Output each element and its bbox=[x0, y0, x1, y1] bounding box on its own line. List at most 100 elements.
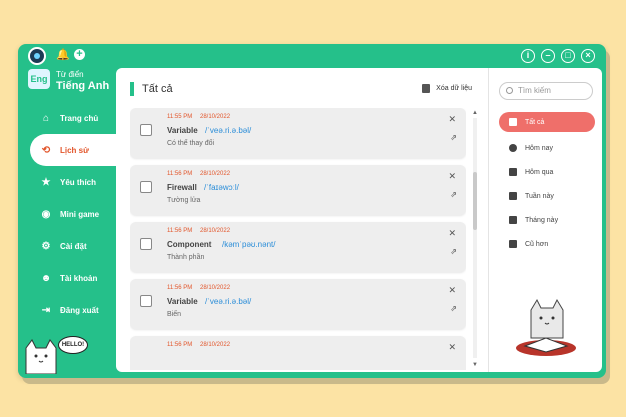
filter-today[interactable]: Hôm nay bbox=[499, 136, 595, 160]
title-bar: 🔔 + i – □ × bbox=[18, 44, 606, 66]
cat-mascot-image bbox=[25, 339, 57, 374]
time-filter-list: Tất cả Hôm nay Hôm qua Tuần này Tháng nà… bbox=[499, 112, 595, 256]
select-checkbox[interactable] bbox=[140, 295, 152, 307]
share-icon[interactable]: ⇗ bbox=[450, 304, 457, 313]
entry-date: 28/10/2022 bbox=[200, 114, 231, 120]
search-placeholder: Tìm kiếm bbox=[518, 86, 551, 95]
entry-word: Variable bbox=[167, 126, 198, 135]
scroll-down-icon[interactable]: ▼ bbox=[472, 362, 478, 368]
gear-icon: ⚙ bbox=[41, 240, 51, 252]
entry-ipa: /ˈveə.ri.ə.bəl/ bbox=[205, 297, 252, 306]
maximize-icon[interactable]: □ bbox=[561, 49, 575, 63]
sidebar-item-label: Lịch sử bbox=[60, 145, 89, 155]
sidebar-item-settings[interactable]: ⚙ Cài đặt bbox=[18, 230, 116, 262]
search-icon bbox=[506, 87, 513, 94]
filter-label: Tuần này bbox=[525, 192, 554, 200]
calendar-grid-icon bbox=[509, 216, 517, 224]
app-window: 🔔 + i – □ × Eng Từ điển Tiếng Anh ⌂ Tran… bbox=[18, 44, 606, 378]
select-checkbox[interactable] bbox=[140, 181, 152, 193]
filter-label: Tháng này bbox=[525, 216, 559, 224]
sidebar-item-minigame[interactable]: ◉ Mini game bbox=[18, 198, 116, 230]
scroll-thumb[interactable] bbox=[473, 172, 477, 230]
page-title: Tất cả bbox=[142, 83, 173, 95]
sidebar-item-label: Mini game bbox=[60, 209, 100, 219]
filter-all[interactable]: Tất cả bbox=[499, 112, 595, 132]
close-icon[interactable]: ✕ bbox=[448, 342, 456, 353]
info-icon[interactable]: i bbox=[521, 49, 535, 63]
close-icon[interactable]: ✕ bbox=[448, 171, 456, 182]
gamepad-icon: ◉ bbox=[41, 208, 51, 220]
close-icon[interactable]: ✕ bbox=[448, 285, 456, 296]
entry-meaning: Tường lửa bbox=[167, 197, 201, 204]
sidebar-item-account[interactable]: ☻ Tài khoản bbox=[18, 262, 116, 294]
star-icon: ★ bbox=[41, 176, 51, 188]
list-item[interactable]: 11:56 PM 28/10/2022 Variable /ˈveə.ri.ə.… bbox=[130, 279, 466, 329]
sidebar: Eng Từ điển Tiếng Anh ⌂ Trang chủ ⟲ Lịch… bbox=[18, 66, 116, 378]
archive-icon bbox=[509, 240, 517, 248]
entry-time: 11:56 PM bbox=[167, 228, 193, 234]
filter-this-week[interactable]: Tuần này bbox=[499, 184, 595, 208]
clock-icon bbox=[509, 144, 517, 152]
entry-meaning: Thành phần bbox=[167, 254, 205, 261]
history-panel: Tất cả Xóa dữ liệu 11:55 PM 28/10/2022 V… bbox=[116, 68, 500, 372]
add-icon[interactable]: + bbox=[74, 49, 85, 60]
list-icon bbox=[509, 118, 517, 126]
minimize-icon[interactable]: – bbox=[541, 49, 555, 63]
sidebar-item-label: Yêu thích bbox=[60, 177, 97, 187]
bell-icon[interactable]: 🔔 bbox=[56, 49, 70, 61]
sidebar-item-label: Trang chủ bbox=[60, 113, 99, 123]
trash-icon bbox=[422, 84, 431, 93]
entry-time: 11:55 PM bbox=[167, 114, 193, 120]
share-icon[interactable]: ⇗ bbox=[450, 190, 457, 199]
list-item[interactable]: 11:56 PM 28/10/2022 ✕ bbox=[130, 336, 466, 370]
history-list: 11:55 PM 28/10/2022 Variable /ˈveə.ri.ə.… bbox=[130, 108, 466, 370]
filter-label: Cũ hơn bbox=[525, 240, 549, 248]
search-input[interactable]: Tìm kiếm bbox=[499, 82, 593, 100]
clear-data-button[interactable]: Xóa dữ liệu bbox=[422, 84, 472, 93]
sidebar-item-history[interactable]: ⟲ Lịch sử bbox=[30, 134, 116, 166]
history-icon: ⟲ bbox=[41, 144, 51, 156]
app-title: Tiếng Anh bbox=[56, 80, 110, 92]
entry-time: 11:56 PM bbox=[167, 285, 193, 291]
entry-date: 28/10/2022 bbox=[200, 285, 231, 291]
entry-date: 28/10/2022 bbox=[200, 342, 231, 348]
entry-time: 11:56 PM bbox=[167, 171, 193, 177]
app-subtitle: Từ điển bbox=[56, 70, 84, 79]
close-icon[interactable]: × bbox=[581, 49, 595, 63]
share-icon[interactable]: ⇗ bbox=[450, 247, 457, 256]
scroll-track bbox=[473, 118, 477, 358]
sidebar-item-label: Đăng xuất bbox=[60, 305, 99, 315]
scroll-up-icon[interactable]: ▲ bbox=[472, 110, 478, 116]
select-checkbox[interactable] bbox=[140, 124, 152, 136]
list-item[interactable]: 11:56 PM 28/10/2022 Component /kəmˈpəʊ.n… bbox=[130, 222, 466, 272]
checkbox-icon bbox=[509, 168, 517, 176]
sidebar-item-label: Tài khoản bbox=[60, 273, 98, 283]
entry-meaning: Có thể thay đổi bbox=[167, 140, 215, 147]
sidebar-item-home[interactable]: ⌂ Trang chủ bbox=[18, 102, 116, 134]
hello-speech-bubble: HELLO! bbox=[58, 336, 88, 354]
close-icon[interactable]: ✕ bbox=[448, 228, 456, 239]
avatar[interactable] bbox=[28, 47, 46, 65]
user-icon: ☻ bbox=[40, 272, 52, 284]
clear-data-label: Xóa dữ liệu bbox=[436, 85, 472, 92]
filter-label: Tất cả bbox=[525, 118, 545, 126]
sidebar-item-logout[interactable]: ⇥ Đăng xuất bbox=[18, 294, 116, 326]
filter-older[interactable]: Cũ hơn bbox=[499, 232, 595, 256]
filter-yesterday[interactable]: Hôm qua bbox=[499, 160, 595, 184]
panel-header: Tất cả bbox=[130, 82, 173, 96]
entry-date: 28/10/2022 bbox=[200, 228, 231, 234]
entry-word: Variable bbox=[167, 297, 198, 306]
share-icon[interactable]: ⇗ bbox=[450, 133, 457, 142]
entry-ipa: /ˈfaɪəwɔːl/ bbox=[204, 183, 239, 192]
select-checkbox[interactable] bbox=[140, 238, 152, 250]
filter-panel: Tìm kiếm Tất cả Hôm nay Hôm qua Tuần này… bbox=[488, 68, 602, 372]
filter-this-month[interactable]: Tháng này bbox=[499, 208, 595, 232]
calendar-icon bbox=[509, 192, 517, 200]
scrollbar[interactable]: ▲ ▼ bbox=[472, 110, 478, 368]
close-icon[interactable]: ✕ bbox=[448, 114, 456, 125]
list-item[interactable]: 11:56 PM 28/10/2022 Firewall /ˈfaɪəwɔːl/… bbox=[130, 165, 466, 215]
filter-label: Hôm nay bbox=[525, 144, 554, 152]
sidebar-item-favorites[interactable]: ★ Yêu thích bbox=[18, 166, 116, 198]
list-item[interactable]: 11:55 PM 28/10/2022 Variable /ˈveə.ri.ə.… bbox=[130, 108, 466, 158]
entry-word: Component bbox=[167, 240, 212, 249]
